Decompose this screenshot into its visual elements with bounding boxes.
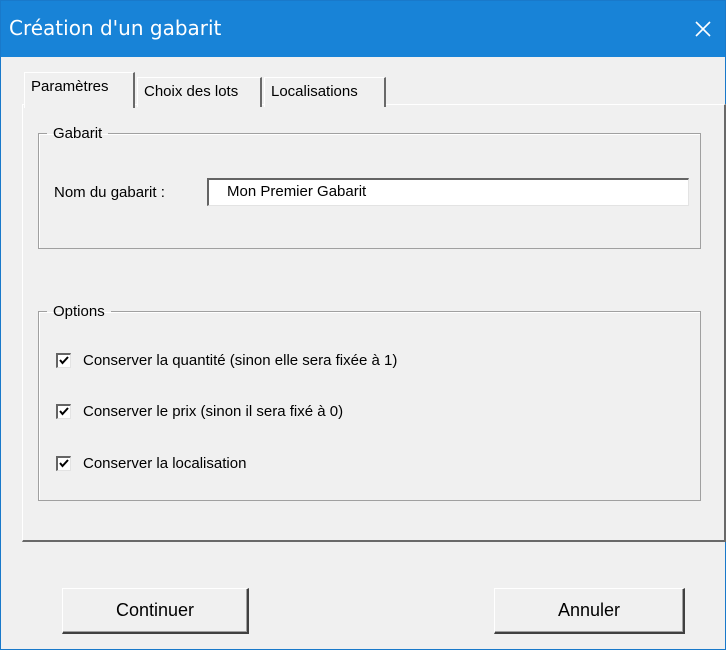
- continue-button[interactable]: Continuer: [62, 588, 249, 634]
- dialog-window: Création d'un gabarit Paramètres Choix d…: [0, 0, 726, 650]
- keep-quantity-checkbox[interactable]: [56, 353, 71, 368]
- template-name-input[interactable]: Mon Premier Gabarit: [207, 178, 689, 206]
- tab-label: Paramètres: [31, 78, 109, 95]
- close-button[interactable]: [681, 1, 725, 57]
- tab-localisations[interactable]: Localisations: [264, 77, 386, 107]
- options-group-legend: Options: [53, 303, 105, 320]
- tab-label: Localisations: [271, 83, 358, 100]
- tab-parametres[interactable]: Paramètres: [24, 72, 135, 108]
- checkmark-icon: [59, 407, 69, 416]
- title-bar[interactable]: Création d'un gabarit: [1, 1, 725, 57]
- checkmark-icon: [59, 356, 69, 365]
- keep-location-label: Conserver la localisation: [83, 455, 247, 472]
- tab-choix-des-lots[interactable]: Choix des lots: [137, 77, 262, 107]
- keep-quantity-label: Conserver la quantité (sinon elle sera f…: [83, 352, 398, 369]
- gabarit-group-legend: Gabarit: [53, 125, 103, 142]
- tab-label: Choix des lots: [144, 83, 239, 100]
- template-name-label: Nom du gabarit :: [54, 184, 165, 201]
- window-title: Création d'un gabarit: [9, 16, 222, 40]
- keep-price-label: Conserver le prix (sinon il sera fixé à …: [83, 403, 344, 420]
- cancel-button[interactable]: Annuler: [494, 588, 685, 634]
- close-icon: [695, 21, 711, 37]
- keep-location-checkbox[interactable]: [56, 456, 71, 471]
- keep-price-checkbox[interactable]: [56, 404, 71, 419]
- checkmark-icon: [59, 459, 69, 468]
